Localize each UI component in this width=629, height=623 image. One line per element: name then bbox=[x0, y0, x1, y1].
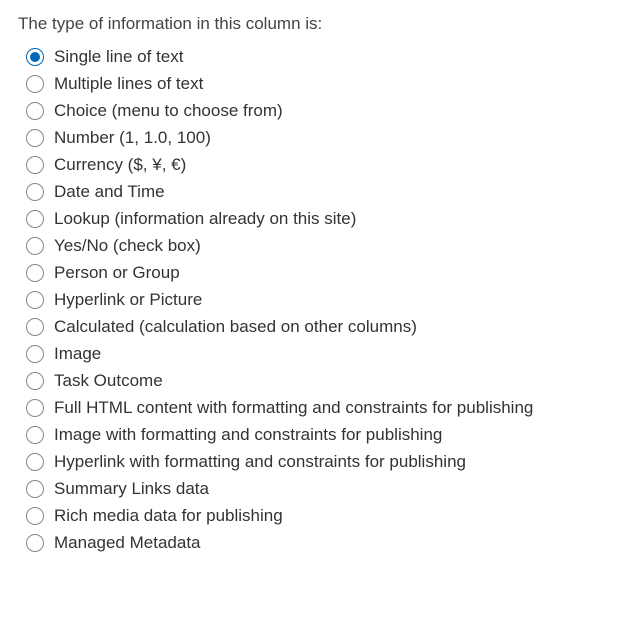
radio-icon bbox=[26, 318, 44, 336]
option-label: Yes/No (check box) bbox=[54, 236, 201, 256]
column-type-heading: The type of information in this column i… bbox=[18, 14, 611, 34]
option-label: Image bbox=[54, 344, 101, 364]
option-single-line-of-text[interactable]: Single line of text bbox=[18, 44, 611, 70]
radio-icon bbox=[26, 345, 44, 363]
option-label: Task Outcome bbox=[54, 371, 163, 391]
radio-icon bbox=[26, 210, 44, 228]
option-managed-metadata[interactable]: Managed Metadata bbox=[18, 530, 611, 556]
radio-icon bbox=[26, 156, 44, 174]
option-currency[interactable]: Currency ($, ¥, €) bbox=[18, 152, 611, 178]
radio-icon bbox=[26, 102, 44, 120]
option-calculated[interactable]: Calculated (calculation based on other c… bbox=[18, 314, 611, 340]
option-label: Full HTML content with formatting and co… bbox=[54, 398, 533, 418]
radio-icon bbox=[26, 264, 44, 282]
option-label: Number (1, 1.0, 100) bbox=[54, 128, 211, 148]
option-label: Multiple lines of text bbox=[54, 74, 203, 94]
option-hyperlink-publishing[interactable]: Hyperlink with formatting and constraint… bbox=[18, 449, 611, 475]
option-multiple-lines-of-text[interactable]: Multiple lines of text bbox=[18, 71, 611, 97]
option-label: Calculated (calculation based on other c… bbox=[54, 317, 417, 337]
radio-icon bbox=[26, 372, 44, 390]
radio-icon bbox=[26, 534, 44, 552]
radio-icon bbox=[26, 426, 44, 444]
radio-icon bbox=[26, 237, 44, 255]
option-task-outcome[interactable]: Task Outcome bbox=[18, 368, 611, 394]
radio-icon bbox=[26, 507, 44, 525]
radio-icon bbox=[26, 453, 44, 471]
option-image[interactable]: Image bbox=[18, 341, 611, 367]
option-summary-links-data[interactable]: Summary Links data bbox=[18, 476, 611, 502]
option-rich-media-data[interactable]: Rich media data for publishing bbox=[18, 503, 611, 529]
option-person-or-group[interactable]: Person or Group bbox=[18, 260, 611, 286]
option-image-publishing[interactable]: Image with formatting and constraints fo… bbox=[18, 422, 611, 448]
option-label: Choice (menu to choose from) bbox=[54, 101, 283, 121]
radio-icon bbox=[26, 183, 44, 201]
column-type-options: Single line of text Multiple lines of te… bbox=[18, 44, 611, 556]
option-label: Person or Group bbox=[54, 263, 180, 283]
option-hyperlink-or-picture[interactable]: Hyperlink or Picture bbox=[18, 287, 611, 313]
option-full-html-content[interactable]: Full HTML content with formatting and co… bbox=[18, 395, 611, 421]
option-label: Summary Links data bbox=[54, 479, 209, 499]
option-label: Hyperlink with formatting and constraint… bbox=[54, 452, 466, 472]
option-label: Hyperlink or Picture bbox=[54, 290, 202, 310]
option-label: Currency ($, ¥, €) bbox=[54, 155, 186, 175]
radio-icon bbox=[26, 75, 44, 93]
option-label: Single line of text bbox=[54, 47, 183, 67]
option-label: Image with formatting and constraints fo… bbox=[54, 425, 442, 445]
radio-icon bbox=[26, 480, 44, 498]
option-date-and-time[interactable]: Date and Time bbox=[18, 179, 611, 205]
option-yes-no[interactable]: Yes/No (check box) bbox=[18, 233, 611, 259]
option-label: Managed Metadata bbox=[54, 533, 201, 553]
option-lookup[interactable]: Lookup (information already on this site… bbox=[18, 206, 611, 232]
radio-icon bbox=[26, 48, 44, 66]
option-label: Date and Time bbox=[54, 182, 165, 202]
radio-icon bbox=[26, 129, 44, 147]
option-label: Rich media data for publishing bbox=[54, 506, 283, 526]
option-number[interactable]: Number (1, 1.0, 100) bbox=[18, 125, 611, 151]
option-label: Lookup (information already on this site… bbox=[54, 209, 356, 229]
radio-icon bbox=[26, 399, 44, 417]
radio-icon bbox=[26, 291, 44, 309]
option-choice[interactable]: Choice (menu to choose from) bbox=[18, 98, 611, 124]
